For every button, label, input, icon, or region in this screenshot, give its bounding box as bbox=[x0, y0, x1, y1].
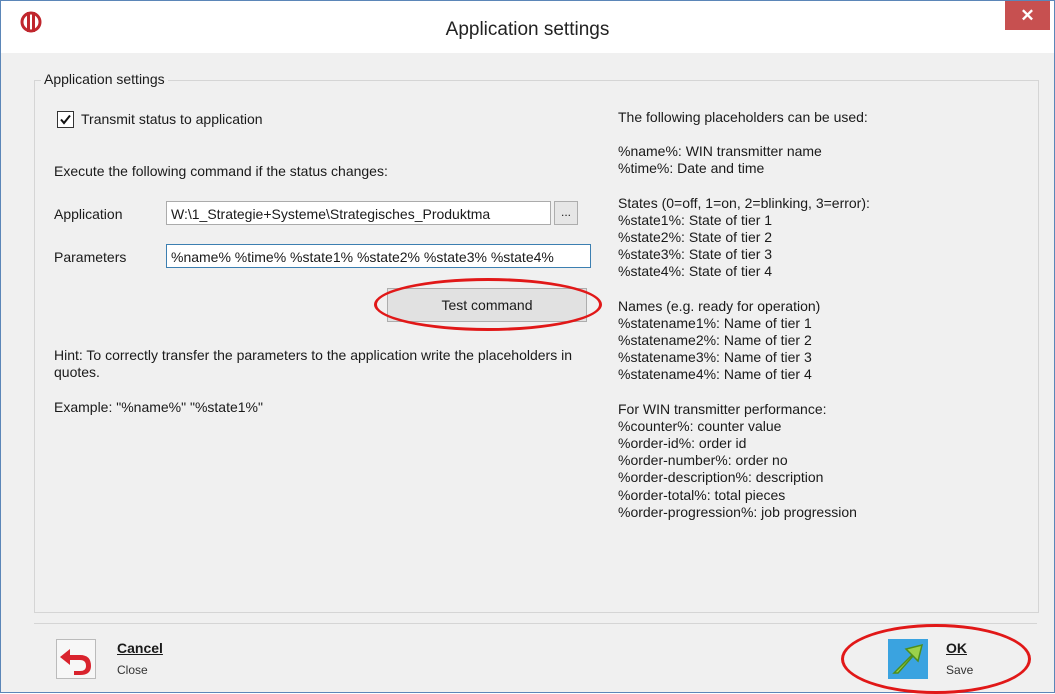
placeholder-item: %state3%: State of tier 3 bbox=[618, 246, 773, 263]
names-heading: Names (e.g. ready for operation) bbox=[618, 297, 821, 314]
placeholder-item: %state4%: State of tier 4 bbox=[618, 263, 773, 280]
title-bar[interactable]: Application settings ✕ bbox=[1, 1, 1054, 53]
placeholder-item: %statename4%: Name of tier 4 bbox=[618, 366, 812, 383]
hint-block: Hint: To correctly transfer the paramete… bbox=[54, 347, 594, 416]
window-title: Application settings bbox=[445, 19, 610, 40]
placeholder-item: %order-id%: order id bbox=[618, 435, 747, 452]
parameters-input[interactable]: %name% %time% %state1% %state2% %state3%… bbox=[166, 244, 591, 268]
placeholder-item: %time%: Date and time bbox=[618, 160, 765, 177]
footer-separator bbox=[34, 623, 1037, 624]
example-text: Example: "%name%" "%state1%" bbox=[54, 399, 263, 415]
placeholders-help: The following placeholders can be used: … bbox=[618, 109, 1038, 521]
placeholder-item: %counter%: counter value bbox=[618, 417, 782, 434]
browse-button[interactable]: ... bbox=[554, 201, 578, 225]
cancel-button[interactable]: Cancel Close bbox=[56, 637, 186, 681]
placeholder-item: %order-number%: order no bbox=[618, 452, 788, 469]
placeholder-item: %state1%: State of tier 1 bbox=[618, 211, 773, 228]
ok-sublabel: Save bbox=[946, 663, 974, 677]
cancel-sublabel: Close bbox=[117, 663, 148, 677]
groupbox-legend: Application settings bbox=[41, 71, 168, 87]
states-heading: States (0=off, 1=on, 2=blinking, 3=error… bbox=[618, 194, 870, 211]
hint-text: Hint: To correctly transfer the paramete… bbox=[54, 347, 572, 380]
placeholder-item: %statename1%: Name of tier 1 bbox=[618, 314, 812, 331]
ok-label: OK bbox=[946, 640, 967, 656]
placeholder-item: %state2%: State of tier 2 bbox=[618, 229, 773, 246]
placeholder-item: %order-progression%: job progression bbox=[618, 503, 857, 520]
placeholder-item: %name%: WIN transmitter name bbox=[618, 143, 822, 160]
close-icon: ✕ bbox=[1020, 6, 1035, 25]
cancel-label: Cancel bbox=[117, 640, 163, 656]
placeholder-item: %order-description%: description bbox=[618, 469, 824, 486]
placeholder-item: %statename3%: Name of tier 3 bbox=[618, 349, 812, 366]
application-settings-dialog: Application settings ✕ Application setti… bbox=[0, 0, 1055, 694]
green-arrow-icon bbox=[888, 639, 928, 679]
test-command-button[interactable]: Test command bbox=[387, 288, 587, 322]
close-button[interactable]: ✕ bbox=[1005, 1, 1050, 30]
placeholder-item: %statename2%: Name of tier 2 bbox=[618, 332, 812, 349]
transmit-status-checkbox[interactable] bbox=[57, 111, 74, 128]
transmit-status-label[interactable]: Transmit status to application bbox=[81, 111, 263, 127]
placeholder-item: %order-total%: total pieces bbox=[618, 486, 786, 503]
undo-arrow-icon bbox=[56, 639, 96, 679]
placeholders-heading: The following placeholders can be used: bbox=[618, 109, 868, 125]
command-intro-text: Execute the following command if the sta… bbox=[54, 163, 388, 179]
application-path-input[interactable]: W:\1_Strategie+Systeme\Strategisches_Pro… bbox=[166, 201, 551, 225]
ok-button[interactable]: OK Save bbox=[888, 637, 998, 681]
application-label: Application bbox=[54, 206, 123, 222]
checkmark-icon bbox=[60, 114, 71, 125]
performance-heading: For WIN transmitter performance: bbox=[618, 400, 827, 417]
parameters-label: Parameters bbox=[54, 249, 127, 265]
